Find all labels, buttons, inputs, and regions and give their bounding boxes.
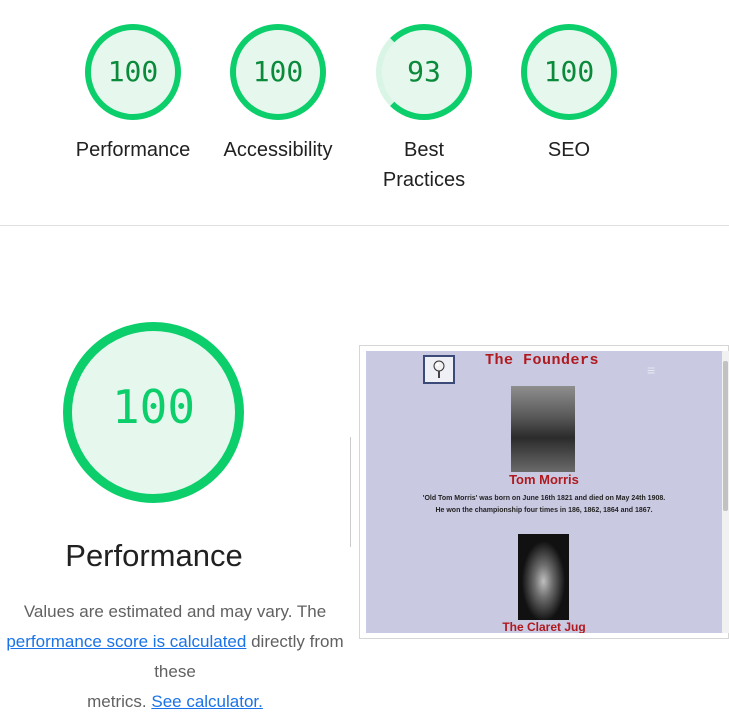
bio-text: 'Old Tom Morris' was born on June 16th 1… — [366, 493, 722, 517]
performance-description: Values are estimated and may vary. The p… — [0, 597, 360, 717]
see-calculator-link[interactable]: See calculator. — [151, 692, 263, 711]
screenshot-page-title: The Founders — [485, 352, 600, 369]
performance-score: 100 — [111, 380, 196, 434]
claret-jug-photo — [518, 534, 569, 620]
bio-line: He won the championship four times in 18… — [435, 507, 653, 514]
desc-line: metrics. See calculator. — [0, 687, 360, 717]
performance-title: Performance — [65, 538, 243, 573]
section-divider — [0, 225, 729, 226]
gauge-label: SEO — [547, 139, 591, 161]
final-screenshot[interactable]: The Founders ≡ Tom Morris 'Old Tom Morri… — [366, 351, 722, 633]
item-name: The Claret Jug — [502, 620, 586, 633]
screenshot-scrollbar[interactable] — [722, 351, 729, 633]
gauge-label: Performance — [75, 139, 191, 161]
scrollbar-thumb[interactable] — [723, 361, 728, 511]
gauge-score: 100 — [107, 55, 159, 88]
tom-morris-photo — [511, 386, 575, 472]
person-name: Tom Morris — [509, 472, 579, 487]
desc-line: performance score is calculated directly… — [0, 627, 360, 687]
desc-line: Values are estimated and may vary. The — [23, 602, 327, 621]
gauge-label: Practices — [382, 169, 466, 191]
gauge-label: Best — [403, 139, 445, 161]
bio-line: 'Old Tom Morris' was born on June 16th 1… — [422, 495, 666, 502]
gauge-score: 93 — [407, 55, 441, 88]
hamburger-menu-icon: ≡ — [647, 362, 656, 378]
vertical-divider — [350, 437, 351, 547]
gauge-score: 100 — [252, 55, 304, 88]
desc-text: metrics. — [87, 692, 152, 711]
gauge-label: Accessibility — [223, 139, 333, 161]
gauge-score: 100 — [543, 55, 595, 88]
golf-ball-logo-icon — [423, 355, 455, 384]
score-calculation-link[interactable]: performance score is calculated — [6, 632, 246, 651]
